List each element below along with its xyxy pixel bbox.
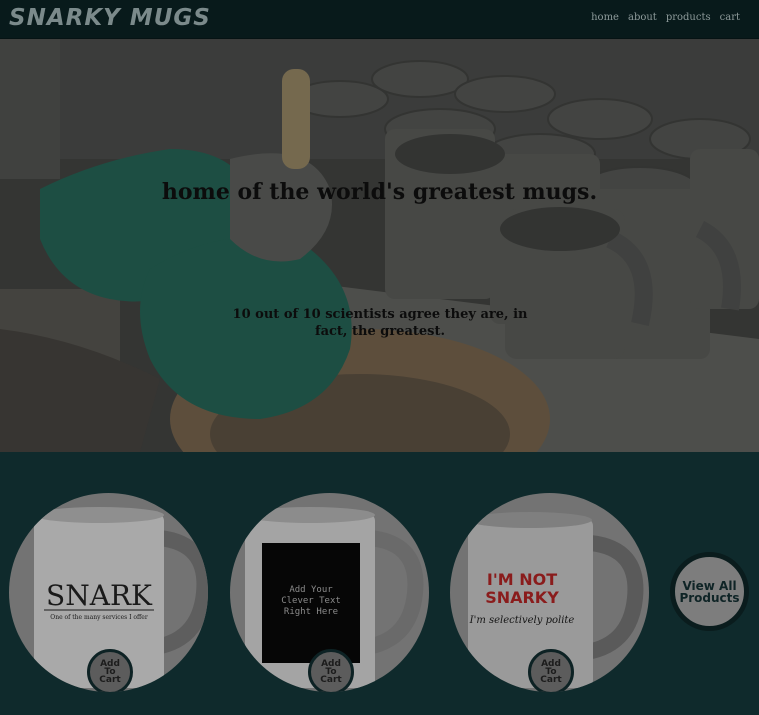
product-card-not-snarky[interactable]: I'M NOT SNARKY I'm selectively polite Ad… [450,493,649,692]
not-snarky-mug-text-1: I'M NOT [487,570,557,589]
not-snarky-mug-text-3: I'm selectively polite [469,615,575,626]
nav-link-products[interactable]: products [666,12,711,23]
nav-link-home[interactable]: home [591,12,619,23]
custom-mug-text-1: Add Your [289,585,333,595]
hero-subtitle: 10 out of 10 scientists agree they are, … [232,307,528,339]
nav-link-about[interactable]: about [628,12,657,23]
product-card-custom-text[interactable]: Add Your Clever Text Right Here Add To C… [230,493,429,692]
not-snarky-mug-text-2: SNARKY [485,588,559,607]
nav-links: home about products cart [591,12,740,23]
featured-products: SNARK One of the many services I offer A… [0,452,759,715]
top-nav: SNARKY MUGS home about products cart [0,0,759,39]
add-to-cart-button[interactable]: Add To Cart [308,649,354,692]
custom-mug-text-2: Clever Text [281,596,341,606]
snark-mug-tagline: One of the many services I offer [50,614,148,621]
site-logo[interactable]: SNARKY MUGS [9,5,211,31]
view-all-products-button[interactable]: View All Products [670,552,749,631]
custom-mug-text-3: Right Here [284,607,338,617]
nav-link-cart[interactable]: cart [720,12,740,23]
product-card-snark[interactable]: SNARK One of the many services I offer A… [9,493,208,692]
add-to-cart-button[interactable]: Add To Cart [87,649,133,692]
hero-banner: home of the world's greatest mugs. 10 ou… [0,39,759,452]
add-to-cart-button[interactable]: Add To Cart [528,649,574,692]
snark-mug-text: SNARK [46,579,153,612]
hero-title: home of the world's greatest mugs. [161,179,598,205]
